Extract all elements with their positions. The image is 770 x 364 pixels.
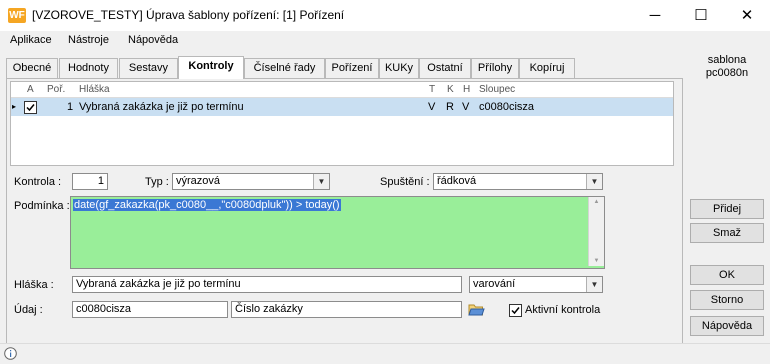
row-t: V bbox=[428, 101, 436, 113]
window-title: [VZOROVE_TESTY] Úprava šablony pořízení:… bbox=[32, 8, 345, 22]
menu-bar bbox=[0, 31, 770, 51]
typ-select[interactable]: výrazová ▼ bbox=[172, 173, 330, 190]
check-icon bbox=[511, 307, 520, 315]
minimize-button[interactable]: ─ bbox=[632, 0, 678, 31]
col-header-h[interactable]: H bbox=[463, 84, 470, 95]
row-active-checkbox[interactable] bbox=[24, 101, 37, 114]
podminka-text: date(gf_zakazka(pk_c0080__,"c0080dpluk")… bbox=[73, 199, 341, 211]
menu-aplikace[interactable]: Aplikace bbox=[10, 34, 52, 46]
tab-hodnoty[interactable]: Hodnoty bbox=[59, 58, 118, 78]
template-info-line2: pc0080n bbox=[705, 67, 749, 79]
tab-obecne[interactable]: Obecné bbox=[6, 58, 58, 78]
template-info-line1: sablona bbox=[707, 54, 747, 66]
typ-value: výrazová bbox=[176, 175, 221, 187]
info-icon bbox=[4, 347, 17, 363]
col-header-k[interactable]: K bbox=[447, 84, 454, 95]
tab-ostatni[interactable]: Ostatní bbox=[419, 58, 471, 78]
col-header-hlaska[interactable]: Hláška bbox=[79, 84, 110, 95]
tab-kuky[interactable]: KUKy bbox=[379, 58, 419, 78]
checks-grid[interactable]: A Poř. Hláška T K H Sloupec ▸ 1 Vybraná … bbox=[10, 81, 674, 166]
row-h: V bbox=[462, 101, 470, 113]
app-logo-icon: WF bbox=[8, 8, 26, 23]
menu-nastroje[interactable]: Nástroje bbox=[68, 34, 109, 46]
podminka-textarea[interactable]: date(gf_zakazka(pk_c0080__,"c0080dpluk")… bbox=[70, 196, 605, 269]
template-info: sablona pc0080n bbox=[688, 54, 766, 80]
row-por: 1 bbox=[67, 101, 74, 113]
status-bar bbox=[0, 343, 770, 364]
scroll-up-icon[interactable]: ▲ bbox=[589, 197, 604, 207]
title-bar: WF [VZOROVE_TESTY] Úprava šablony poříze… bbox=[0, 0, 770, 31]
row-pointer-icon: ▸ bbox=[12, 102, 17, 111]
add-button[interactable]: Přidej bbox=[690, 199, 764, 219]
udaj-label: Údaj : bbox=[14, 304, 43, 316]
ok-button[interactable]: OK bbox=[690, 265, 764, 285]
row-hlaska: Vybraná zakázka je již po termínu bbox=[79, 101, 244, 113]
col-header-sloupec[interactable]: Sloupec bbox=[479, 84, 515, 95]
podminka-scrollbar[interactable]: ▲ ▼ bbox=[588, 197, 604, 266]
delete-button[interactable]: Smaž bbox=[690, 223, 764, 243]
tab-porizeni[interactable]: Pořízení bbox=[325, 58, 379, 78]
spusteni-label: Spuštění : bbox=[380, 176, 430, 188]
close-button[interactable]: ✕ bbox=[724, 0, 770, 31]
row-sloupec: c0080cisza bbox=[479, 101, 535, 113]
folder-open-icon[interactable] bbox=[468, 302, 485, 320]
kontrola-label: Kontrola : bbox=[14, 176, 62, 188]
kontrola-input[interactable]: 1 bbox=[72, 173, 108, 190]
hlaska-input[interactable]: Vybraná zakázka je již po termínu bbox=[72, 276, 462, 293]
hlaska-type-select[interactable]: varování ▼ bbox=[469, 276, 603, 293]
help-button[interactable]: Nápověda bbox=[690, 316, 764, 336]
grid-header: A Poř. Hláška T K H Sloupec bbox=[11, 82, 673, 98]
table-row[interactable]: ▸ 1 Vybraná zakázka je již po termínu V … bbox=[11, 98, 673, 116]
typ-label: Typ : bbox=[145, 176, 169, 188]
check-icon bbox=[26, 104, 35, 112]
maximize-button[interactable]: ☐ bbox=[678, 0, 724, 31]
chevron-down-icon[interactable]: ▼ bbox=[313, 174, 329, 189]
udaj-description: Číslo zakázky bbox=[231, 301, 462, 318]
aktivni-checkbox[interactable] bbox=[509, 304, 522, 317]
menu-napoveda[interactable]: Nápověda bbox=[128, 34, 178, 46]
spusteni-value: řádková bbox=[437, 175, 477, 187]
udaj-input[interactable]: c0080cisza bbox=[72, 301, 228, 318]
aktivni-label: Aktivní kontrola bbox=[525, 304, 601, 316]
tab-ciselne-rady[interactable]: Číselné řady bbox=[244, 58, 325, 78]
row-k: R bbox=[446, 101, 454, 113]
col-header-t[interactable]: T bbox=[429, 84, 435, 95]
scroll-down-icon[interactable]: ▼ bbox=[589, 256, 604, 266]
spusteni-select[interactable]: řádková ▼ bbox=[433, 173, 603, 190]
hlaska-label: Hláška : bbox=[14, 279, 54, 291]
tab-prilohy[interactable]: Přílohy bbox=[471, 58, 519, 78]
chevron-down-icon[interactable]: ▼ bbox=[586, 174, 602, 189]
chevron-down-icon[interactable]: ▼ bbox=[586, 277, 602, 292]
tab-sestavy[interactable]: Sestavy bbox=[119, 58, 178, 78]
hlaska-type-value: varování bbox=[473, 278, 516, 290]
cancel-button[interactable]: Storno bbox=[690, 290, 764, 310]
podminka-label: Podmínka : bbox=[14, 200, 70, 212]
tab-kontroly[interactable]: Kontroly bbox=[178, 56, 244, 79]
col-header-por[interactable]: Poř. bbox=[47, 84, 65, 95]
tab-kopiruj[interactable]: Kopíruj bbox=[519, 58, 575, 78]
col-header-a[interactable]: A bbox=[27, 84, 34, 95]
